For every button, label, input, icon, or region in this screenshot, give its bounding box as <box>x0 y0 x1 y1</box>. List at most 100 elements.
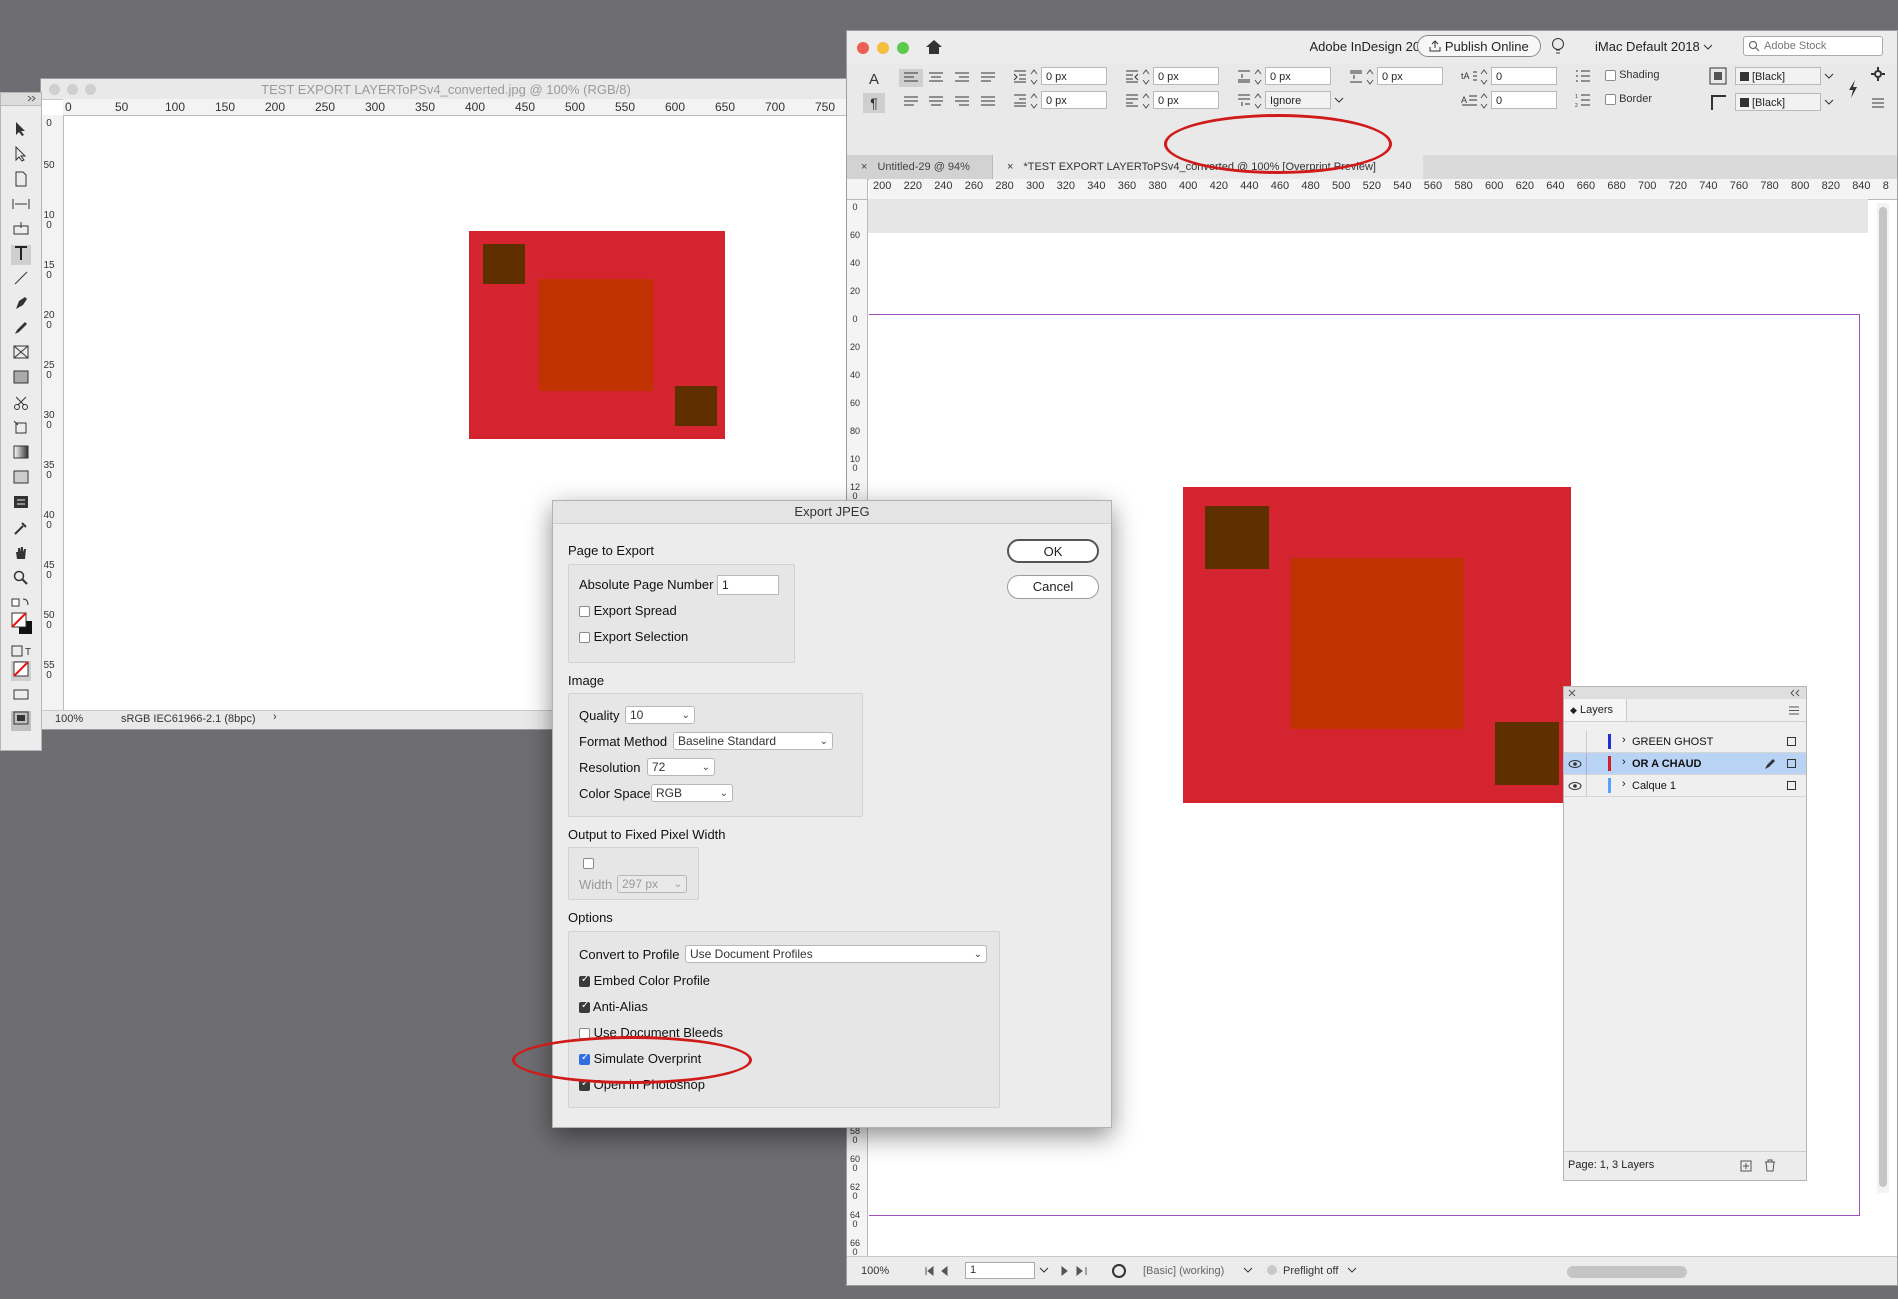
pencil-tool-icon[interactable] <box>11 320 31 340</box>
space-before-field[interactable]: 0 px <box>1265 67 1331 85</box>
border-color-dropdown[interactable]: [Black] <box>1735 93 1821 111</box>
id-title-bar[interactable]: Adobe InDesign 2020 Publish Online iMac … <box>847 31 1897 63</box>
export-spread-checkbox[interactable]: Export Spread <box>579 603 677 618</box>
panel-menu-icon[interactable] <box>1871 97 1885 109</box>
line-tool-icon[interactable] <box>11 270 31 290</box>
rectangle-frame-tool-icon[interactable] <box>11 345 31 365</box>
shading-color-dropdown[interactable]: [Black] <box>1735 67 1821 85</box>
page-tool-icon[interactable] <box>11 171 31 191</box>
chevron-down-icon[interactable] <box>1823 97 1835 107</box>
vertical-scroll-thumb[interactable] <box>1879 207 1887 1187</box>
gradient-swatch-tool-icon[interactable] <box>11 445 31 465</box>
last-line-indent-field[interactable]: 0 px <box>1153 91 1219 109</box>
ps-zoom-level[interactable]: 100% <box>55 713 83 725</box>
paragraph-formatting-button[interactable]: ¶ <box>863 93 885 113</box>
collapse-panel-icon[interactable] <box>1790 689 1800 697</box>
content-collector-icon[interactable] <box>11 221 31 241</box>
workspace-switcher[interactable]: iMac Default 2018 <box>1595 39 1713 54</box>
right-indent-field[interactable]: 0 px <box>1153 67 1219 85</box>
eye-icon[interactable] <box>1568 781 1582 791</box>
chevron-down-icon[interactable] <box>1347 1266 1357 1274</box>
layer-row-or-a-chaud[interactable]: › OR A CHAUD <box>1564 753 1806 775</box>
stepper-icon[interactable] <box>1141 67 1151 87</box>
first-prev-page-icons[interactable] <box>925 1266 959 1276</box>
swap-colors-icon[interactable] <box>11 595 31 609</box>
close-tab-icon[interactable]: × <box>1007 161 1013 173</box>
free-transform-tool-icon[interactable] <box>11 420 31 440</box>
width-dropdown[interactable]: 297 px ⌄ <box>617 875 687 893</box>
type-tool-icon[interactable] <box>11 245 31 265</box>
layer-row-green-ghost[interactable]: › GREEN GHOST <box>1564 731 1806 753</box>
horizontal-scroll-thumb[interactable] <box>1567 1266 1687 1278</box>
stepper-icon[interactable] <box>1365 67 1375 87</box>
scissors-tool-icon[interactable] <box>11 395 31 415</box>
stepper-icon[interactable] <box>1029 91 1039 111</box>
layers-panel-header-bar[interactable] <box>1564 687 1806 699</box>
stepper-icon[interactable] <box>1253 91 1263 111</box>
ps-horizontal-ruler[interactable]: 0 50 100 150 200 250 300 350 400 450 500… <box>63 99 851 116</box>
direct-select-tool-icon[interactable] <box>11 145 31 166</box>
new-layer-icon[interactable] <box>1740 1160 1752 1172</box>
rectangle-tool-icon[interactable] <box>11 370 31 390</box>
preview-mode-icon[interactable] <box>11 711 31 731</box>
eyedropper-tool-icon[interactable] <box>11 520 31 540</box>
export-selection-checkbox[interactable]: Export Selection <box>579 629 688 644</box>
embed-color-profile-checkbox[interactable]: Embed Color Profile <box>579 973 710 988</box>
stepper-icon[interactable] <box>1029 67 1039 87</box>
expand-arrow-icon[interactable]: › <box>1622 778 1626 790</box>
panel-menu-icon[interactable] <box>1788 706 1800 715</box>
stock-search-input[interactable] <box>1764 38 1876 54</box>
tools-panel-header[interactable] <box>1 93 41 106</box>
trash-icon[interactable] <box>1764 1159 1776 1172</box>
left-indent-field[interactable]: 0 px <box>1041 67 1107 85</box>
ps-status-menu-arrow[interactable]: › <box>273 711 277 723</box>
expand-arrow-icon[interactable]: › <box>1622 756 1626 768</box>
chevron-down-icon[interactable] <box>1243 1266 1253 1274</box>
chevron-down-icon[interactable] <box>1039 1266 1049 1274</box>
numbering-icon[interactable]: 12 <box>1575 93 1591 107</box>
close-tab-icon[interactable]: × <box>861 161 867 173</box>
hand-tool-icon[interactable] <box>11 545 31 565</box>
screen-mode-icon[interactable] <box>11 687 31 707</box>
quality-dropdown[interactable]: 10 ⌄ <box>625 706 695 724</box>
fixed-width-checkbox[interactable] <box>583 855 594 870</box>
drop-cap-chars-field[interactable]: 0 <box>1491 91 1557 109</box>
zoom-tool-icon[interactable] <box>11 570 31 590</box>
pen-tool-icon[interactable] <box>11 295 31 315</box>
layers-tab[interactable]: ◆ Layers <box>1564 699 1627 721</box>
next-last-page-icons[interactable] <box>1061 1266 1095 1276</box>
layer-name[interactable]: GREEN GHOST <box>1632 736 1713 748</box>
note-tool-icon[interactable] <box>11 495 31 515</box>
border-swatch-icon[interactable] <box>1709 93 1727 111</box>
anti-alias-checkbox[interactable]: Anti-Alias <box>579 999 648 1014</box>
gear-icon[interactable] <box>1871 67 1885 81</box>
fill-stroke-swatch-icon[interactable] <box>11 611 32 641</box>
character-formatting-button[interactable]: A <box>869 71 879 88</box>
adobe-stock-search[interactable] <box>1743 36 1883 56</box>
ps-title-bar[interactable]: TEST EXPORT LAYERToPSv4_converted.jpg @ … <box>41 79 851 100</box>
format-method-dropdown[interactable]: Baseline Standard ⌄ <box>673 732 833 750</box>
ruler-origin[interactable] <box>847 179 868 200</box>
working-style[interactable]: [Basic] (working) <box>1143 1265 1224 1277</box>
layer-select-square[interactable] <box>1787 781 1796 790</box>
id-small-square-bottom[interactable] <box>1495 722 1559 785</box>
align-buttons-row2[interactable] <box>899 93 1003 111</box>
open-file-icon[interactable] <box>1111 1263 1127 1279</box>
page-number-field[interactable]: 1 <box>965 1262 1035 1279</box>
quick-apply-icon[interactable] <box>1847 79 1859 99</box>
layer-select-square[interactable] <box>1787 759 1796 768</box>
tab-untitled[interactable]: × Untitled-29 @ 94% <box>847 155 993 179</box>
shading-checkbox[interactable]: Shading <box>1605 69 1659 81</box>
space-after-field[interactable]: 0 px <box>1377 67 1443 85</box>
stepper-icon[interactable] <box>1141 91 1151 111</box>
first-line-indent-field[interactable]: 0 px <box>1041 91 1107 109</box>
stepper-icon[interactable] <box>1479 91 1489 111</box>
stepper-icon[interactable] <box>1479 67 1489 87</box>
apply-none-icon[interactable] <box>11 661 31 681</box>
bullets-icon[interactable] <box>1575 69 1591 83</box>
cancel-button[interactable]: Cancel <box>1007 575 1099 599</box>
move-tool-icon[interactable] <box>11 121 31 141</box>
zoom-level[interactable]: 100% <box>861 1265 889 1277</box>
stepper-icon[interactable] <box>1253 67 1263 87</box>
lightbulb-icon[interactable] <box>1551 37 1565 57</box>
